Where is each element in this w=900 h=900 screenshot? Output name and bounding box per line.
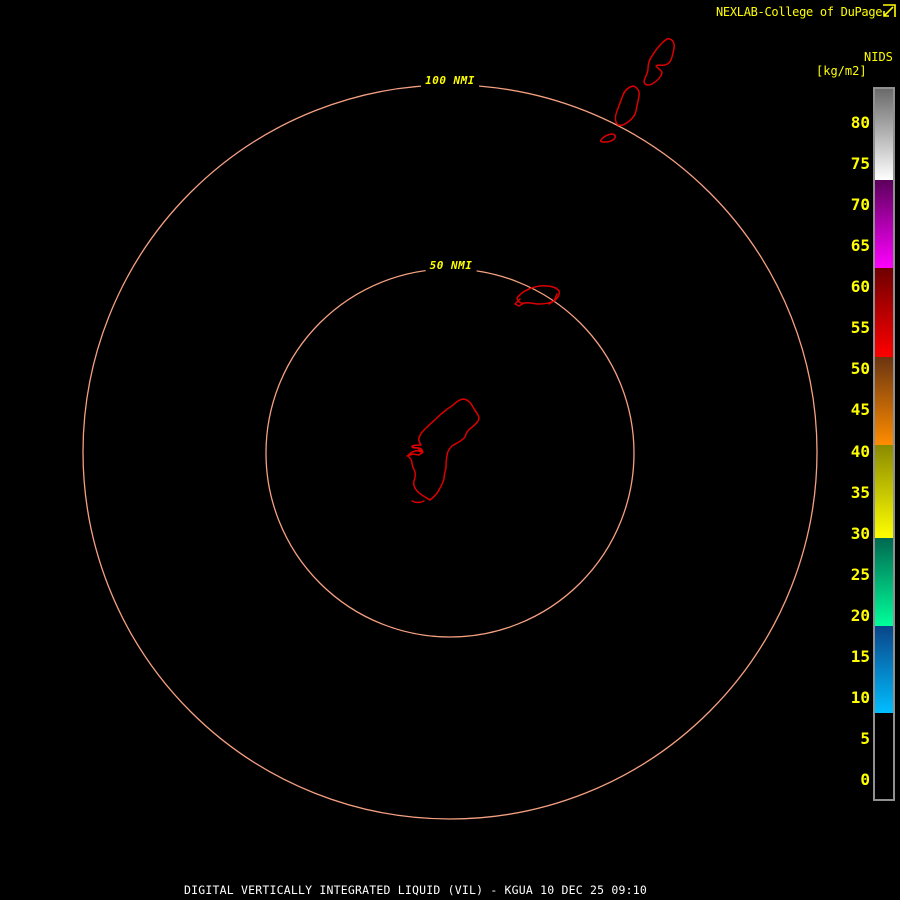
header-title: NEXLAB-College of DuPage: [716, 5, 883, 19]
colorbar-segment-red: [875, 268, 893, 357]
colorbar-segment-green: [875, 538, 893, 626]
range-rings: [82, 84, 818, 820]
scale-title: NIDS: [864, 50, 893, 64]
arrow-box-logo-icon: [883, 4, 896, 17]
colorbar-segment-yellow: [875, 445, 893, 538]
map-svg: [82, 38, 818, 820]
island-saipan: [643, 38, 675, 86]
island-guam-cocos: [411, 500, 425, 504]
colorbar-segment-gray: [875, 89, 893, 180]
island-tinian: [614, 85, 640, 127]
ring-50nmi: [265, 268, 635, 638]
product-caption: DIGITAL VERTICALLY INTEGRATED LIQUID (VI…: [184, 883, 648, 897]
colorbar-gradient: [873, 87, 895, 801]
island-aguijan: [599, 133, 616, 143]
ring-label-100nmi: 100 NMI: [421, 74, 479, 87]
colorbar-segment-black: [875, 713, 893, 799]
ring-label-50nmi: 50 NMI: [425, 259, 477, 272]
colorbar-segment-blue: [875, 626, 893, 713]
colorbar-segment-orange: [875, 357, 893, 445]
radar-display: 100 NMI 50 NMI NEXLAB-College of DuPage …: [0, 0, 900, 900]
island-rota: [514, 285, 560, 307]
scale-units: [kg/m2]: [816, 64, 867, 78]
colorbar-segment-purple: [875, 180, 893, 268]
island-guam-harbor-dot: [418, 448, 422, 452]
ring-100nmi: [82, 84, 818, 820]
